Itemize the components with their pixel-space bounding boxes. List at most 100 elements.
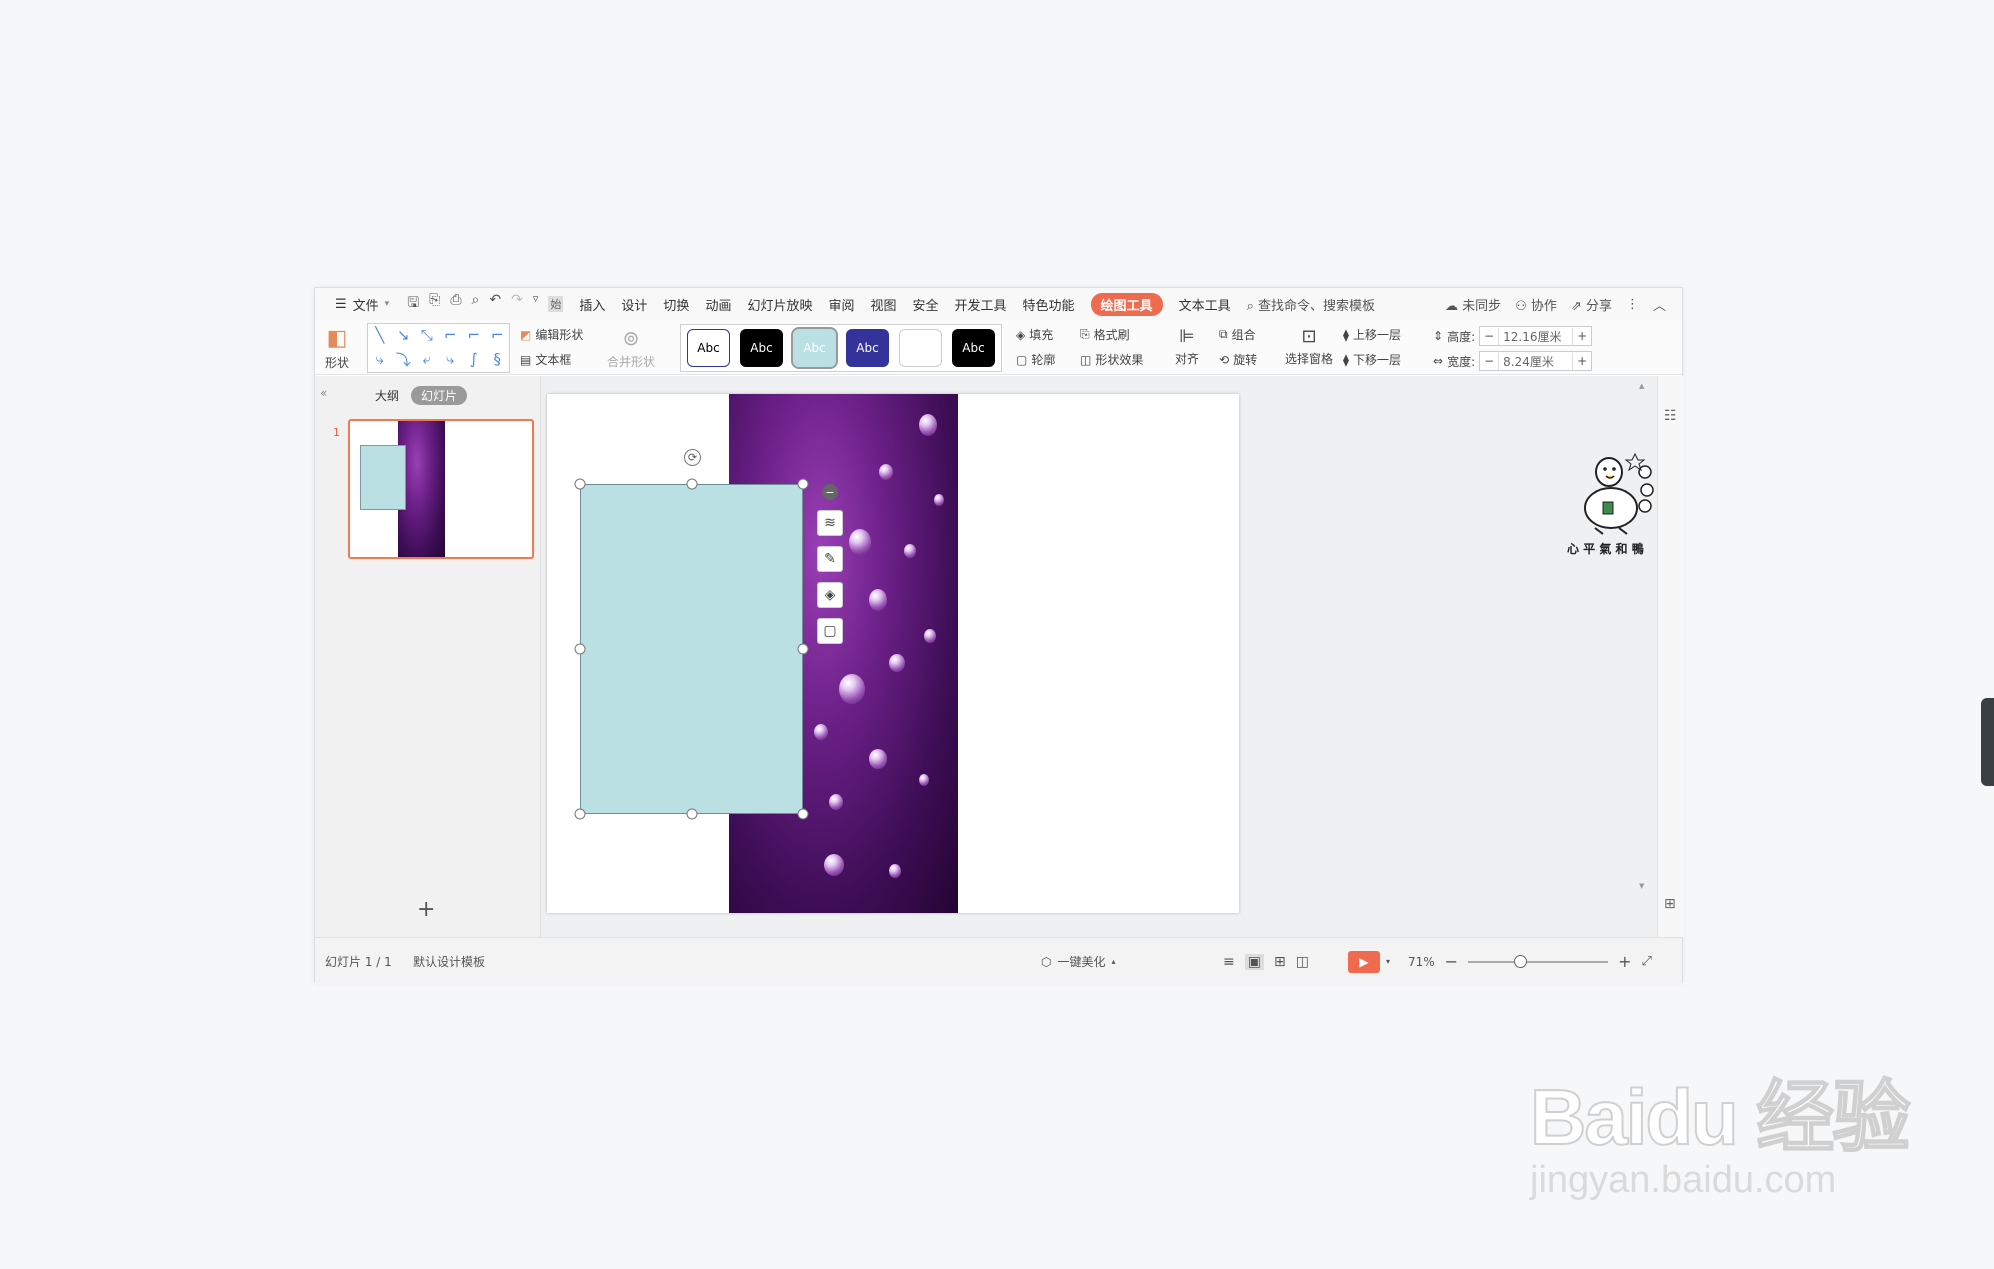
collapse-ribbon-icon[interactable]: ︿ bbox=[1653, 295, 1666, 314]
height-decrement[interactable]: − bbox=[1480, 329, 1498, 343]
collapse-pane-icon[interactable]: « bbox=[320, 386, 327, 400]
selection-pane-button[interactable]: ⊡ 选择窗格 bbox=[1285, 326, 1333, 367]
scroll-down-icon[interactable]: ▼ bbox=[1639, 882, 1644, 890]
style-swatch-black-2[interactable]: Abc bbox=[952, 329, 995, 367]
undo-icon[interactable]: ↶ bbox=[489, 292, 501, 316]
shape-button[interactable]: ◧ 形状 bbox=[325, 326, 349, 371]
curve-connector-icon[interactable]: ⤷ bbox=[376, 350, 384, 368]
double-arrow-icon[interactable]: ⤡ bbox=[421, 326, 433, 344]
merge-shape-button[interactable]: ⊚ 合并形状 bbox=[607, 326, 655, 370]
style-swatch-light-cyan[interactable]: Abc bbox=[791, 327, 838, 369]
tab-slides[interactable]: 幻灯片 bbox=[411, 386, 468, 405]
zoom-in-icon[interactable]: + bbox=[1618, 952, 1631, 971]
width-value[interactable]: 8.24厘米 bbox=[1498, 352, 1574, 370]
slide-thumbnail[interactable] bbox=[348, 419, 534, 559]
chevron-down-icon[interactable]: ▾ bbox=[1386, 957, 1390, 966]
height-increment[interactable]: + bbox=[1573, 329, 1591, 343]
collapse-toolbar-icon[interactable]: − bbox=[822, 484, 838, 500]
outline-float-icon[interactable]: ▢ bbox=[817, 618, 843, 644]
add-slide-icon[interactable]: + bbox=[417, 897, 435, 922]
command-search[interactable]: ⌕ 查找命令、搜索模板 bbox=[1247, 295, 1375, 314]
pen-icon[interactable]: ✎ bbox=[817, 546, 843, 572]
tab-slideshow[interactable]: 幻灯片放映 bbox=[747, 295, 812, 314]
align-button[interactable]: ⊫ 对齐 bbox=[1175, 326, 1199, 367]
height-stepper[interactable]: − 12.16厘米 + bbox=[1479, 326, 1593, 346]
freeform-icon[interactable]: ∫ bbox=[470, 350, 478, 368]
zoom-level[interactable]: 71% bbox=[1408, 955, 1435, 969]
beautify-button[interactable]: ⬡ 一键美化 ▴ bbox=[1041, 938, 1116, 985]
style-swatch-black[interactable]: Abc bbox=[740, 329, 783, 367]
style-swatch-blank[interactable] bbox=[899, 329, 942, 367]
width-stepper[interactable]: − 8.24厘米 + bbox=[1479, 351, 1593, 371]
resize-handle-e[interactable] bbox=[797, 643, 809, 655]
scroll-up-icon[interactable]: ▲ bbox=[1639, 382, 1644, 390]
tab-text-tools[interactable]: 文本工具 bbox=[1179, 295, 1231, 314]
grid-icon[interactable]: ⊞ bbox=[1664, 896, 1676, 912]
resize-handle-w[interactable] bbox=[574, 643, 586, 655]
shape-effect-button[interactable]: ◫ 形状效果 bbox=[1080, 351, 1143, 368]
edit-shape-button[interactable]: ◩ 编辑形状 bbox=[520, 326, 583, 343]
resize-handle-ne[interactable] bbox=[797, 478, 809, 490]
fill-bucket-float-icon[interactable]: ◈ bbox=[817, 582, 843, 608]
tab-design[interactable]: 设计 bbox=[621, 295, 647, 314]
style-swatch-white[interactable]: Abc bbox=[687, 329, 730, 367]
layers-icon[interactable]: ≋ bbox=[817, 510, 843, 536]
tab-outline[interactable]: 大纲 bbox=[375, 387, 399, 404]
send-backward-button[interactable]: ⧫ 下移一层 bbox=[1343, 351, 1401, 368]
tab-start-partial[interactable]: 始 bbox=[548, 296, 564, 312]
resize-handle-n[interactable] bbox=[686, 478, 698, 490]
file-menu[interactable]: ☰ 文件 ▾ bbox=[335, 295, 389, 314]
tab-review[interactable]: 审阅 bbox=[828, 295, 854, 314]
tab-developer[interactable]: 开发工具 bbox=[955, 295, 1007, 314]
style-swatch-indigo[interactable]: Abc bbox=[846, 329, 889, 367]
line-icon[interactable]: ╲ bbox=[375, 326, 384, 344]
bring-forward-button[interactable]: ⧫ 上移一层 bbox=[1343, 326, 1401, 343]
outline-button[interactable]: ▢ 轮廓 bbox=[1016, 351, 1055, 368]
reading-view-icon[interactable]: ◫ bbox=[1296, 954, 1309, 970]
group-button[interactable]: ⧉ 组合 bbox=[1219, 326, 1256, 343]
sorter-view-icon[interactable]: ⊞ bbox=[1274, 954, 1286, 970]
curve-double-arrow-icon[interactable]: ⤶ bbox=[423, 350, 431, 368]
tab-drawing-tools[interactable]: 绘图工具 bbox=[1090, 292, 1163, 316]
textbox-button[interactable]: ▤ 文本框 bbox=[520, 351, 571, 368]
customize-icon[interactable]: ▿ bbox=[533, 292, 539, 316]
format-painter-icon[interactable]: ⎘ bbox=[429, 292, 440, 316]
tab-transition[interactable]: 切换 bbox=[663, 295, 689, 314]
resize-handle-s[interactable] bbox=[686, 808, 698, 820]
resize-handle-se[interactable] bbox=[797, 808, 809, 820]
format-brush-button[interactable]: ⎘ 格式刷 bbox=[1080, 326, 1130, 343]
resize-handle-nw[interactable] bbox=[574, 478, 586, 490]
save-icon[interactable]: 🖫 bbox=[407, 292, 419, 316]
tab-security[interactable]: 安全 bbox=[913, 295, 939, 314]
rotate-button[interactable]: ⟲ 旋转 bbox=[1219, 351, 1257, 368]
height-value[interactable]: 12.16厘米 bbox=[1498, 327, 1574, 345]
curved-arrow-icon[interactable]: ⤷ bbox=[446, 350, 454, 368]
width-decrement[interactable]: − bbox=[1480, 354, 1498, 368]
sync-status[interactable]: ☁ 未同步 bbox=[1445, 295, 1501, 314]
properties-icon[interactable]: ☷ bbox=[1664, 408, 1677, 424]
notes-icon[interactable]: ≡ bbox=[1223, 954, 1235, 970]
tab-insert[interactable]: 插入 bbox=[579, 295, 605, 314]
resize-handle-sw[interactable] bbox=[574, 808, 586, 820]
tab-view[interactable]: 视图 bbox=[870, 295, 896, 314]
elbow-connector-icon[interactable]: ⌐ bbox=[444, 326, 457, 344]
template-name[interactable]: 默认设计模板 bbox=[413, 938, 485, 985]
print-preview-icon[interactable]: ⌕ bbox=[472, 292, 480, 316]
curve-arrow-icon[interactable]: ⤵ bbox=[396, 349, 411, 370]
redo-icon[interactable]: ↷ bbox=[511, 292, 523, 316]
shape-gallery[interactable]: ╲ ↘ ⤡ ⌐ ⌐ ⌐ ⤷ ⤵ ⤶ ⤷ ∫ § bbox=[367, 323, 510, 373]
light-blue-rectangle[interactable] bbox=[580, 484, 803, 814]
arrow-icon[interactable]: ↘ bbox=[397, 326, 410, 344]
tab-special[interactable]: 特色功能 bbox=[1023, 295, 1075, 314]
elbow-double-arrow-icon[interactable]: ⌐ bbox=[491, 326, 504, 344]
side-drawer-tab[interactable] bbox=[1981, 698, 1994, 786]
play-icon[interactable]: ▶ bbox=[1348, 950, 1380, 973]
rotate-handle-icon[interactable]: ⟳ bbox=[684, 449, 701, 466]
fit-window-icon[interactable]: ⤢ bbox=[1641, 954, 1651, 969]
width-increment[interactable]: + bbox=[1573, 354, 1591, 368]
collab-button[interactable]: ⚇ 协作 bbox=[1515, 295, 1557, 314]
elbow-arrow-icon[interactable]: ⌐ bbox=[467, 326, 480, 344]
scribble-icon[interactable]: § bbox=[494, 350, 502, 368]
tab-animation[interactable]: 动画 bbox=[705, 295, 731, 314]
zoom-slider[interactable] bbox=[1468, 954, 1609, 968]
